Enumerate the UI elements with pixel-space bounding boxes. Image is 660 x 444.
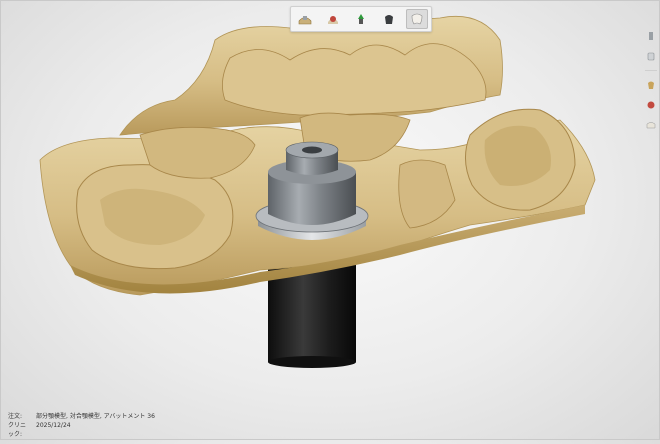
order-info: 注文: 部分顎模型, 対合顎模型, アバットメント 36 クリニック: 2025…	[8, 412, 155, 439]
side-separator	[645, 70, 657, 71]
side-toolbar	[644, 30, 658, 131]
implant-dark-icon	[385, 15, 393, 24]
model-view-1-button[interactable]	[294, 9, 316, 29]
tooth-model-icon	[298, 16, 312, 25]
crown-red-icon	[328, 16, 338, 24]
tooth-white-icon	[411, 13, 423, 25]
side-tool-scanbody[interactable]	[645, 30, 657, 42]
dental-model-render	[39, 15, 596, 368]
model-view-5-button[interactable]	[406, 9, 428, 29]
crown-red-icon	[647, 101, 655, 109]
3d-viewport[interactable]	[0, 0, 660, 440]
gum-green-icon	[358, 14, 364, 24]
scanbody-icon	[649, 32, 653, 40]
side-tool-cylinder[interactable]	[645, 50, 657, 62]
clinic-label: クリニック:	[8, 422, 27, 438]
tooth-color-icon	[648, 81, 654, 89]
teeth-icon	[646, 122, 656, 129]
order-label: 注文:	[8, 413, 23, 420]
clinic-value: 2025/12/24	[36, 422, 71, 429]
model-view-4-button[interactable]	[378, 9, 400, 29]
side-tool-tooth-color[interactable]	[645, 79, 657, 91]
order-value: 部分顎模型, 対合顎模型, アバットメント 36	[36, 413, 155, 420]
side-tool-crown[interactable]	[645, 99, 657, 111]
view-toolbar	[290, 6, 432, 32]
model-view-2-button[interactable]	[322, 9, 344, 29]
cylinder-icon	[647, 52, 655, 61]
side-tool-teeth[interactable]	[645, 119, 657, 131]
model-view-3-button[interactable]	[350, 9, 372, 29]
